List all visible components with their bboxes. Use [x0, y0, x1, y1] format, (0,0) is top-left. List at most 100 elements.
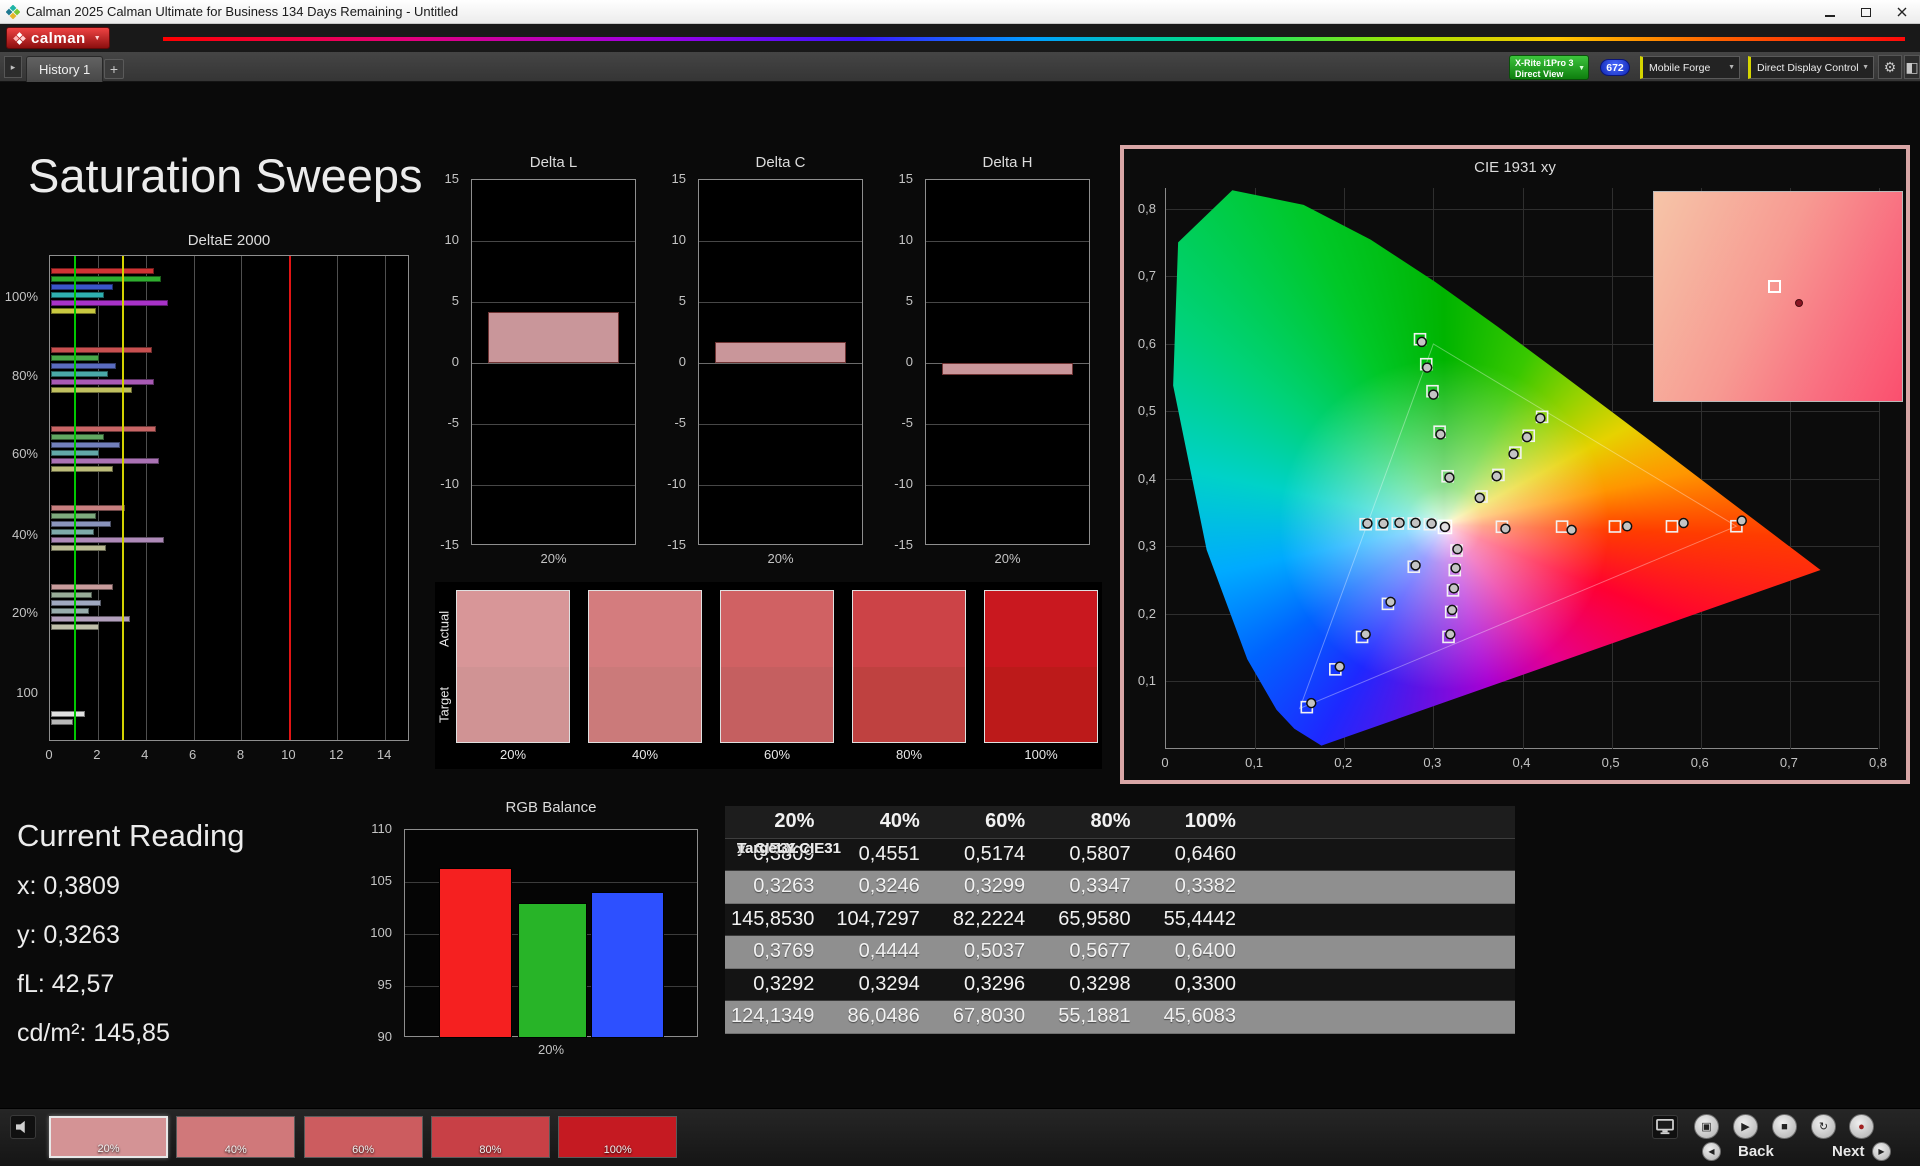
- layout-button[interactable]: ◧: [1904, 55, 1920, 79]
- deltae-bar: [51, 442, 120, 448]
- delta-gridline: [699, 485, 862, 486]
- delta-plot: [698, 179, 863, 545]
- rgb-bar-blue: [591, 892, 664, 1038]
- maximize-button[interactable]: [1848, 0, 1884, 24]
- speaker-icon: [15, 1120, 31, 1134]
- swatch-actual: [589, 591, 701, 667]
- cie-measured-point: [1492, 472, 1501, 481]
- delta-gridline: [472, 485, 635, 486]
- target-row-label: Target: [436, 667, 452, 743]
- table-cell: 0,3292: [725, 969, 830, 1001]
- calman-diamond-icon: [13, 32, 26, 45]
- cie-chart-title: CIE 1931 xy: [1124, 159, 1906, 176]
- cie-measured-point: [1449, 584, 1458, 593]
- cie-x-label: 0,5: [1602, 755, 1620, 770]
- swatch-actual: [985, 591, 1097, 667]
- actual-target-strip: Actual Target 20%40%60%80%100%: [435, 582, 1102, 769]
- tab-bar: ▸ History 1 +: [0, 52, 1920, 82]
- pattern-display-button[interactable]: [1652, 1115, 1678, 1139]
- minimize-button[interactable]: [1812, 0, 1848, 24]
- swatch-box: [720, 590, 834, 743]
- add-tab-button[interactable]: +: [104, 59, 124, 79]
- delta-y-label: -5: [658, 415, 686, 430]
- swatch-box: [852, 590, 966, 743]
- record-button[interactable]: ●: [1849, 1114, 1874, 1139]
- deltae-y-label: 100: [0, 685, 38, 700]
- deltae-bar: [51, 363, 116, 369]
- delta-y-label: -10: [658, 476, 686, 491]
- title-bar: Calman 2025 Calman Ultimate for Business…: [0, 0, 1920, 24]
- delta-y-axis: 151050-5-10-15: [658, 179, 692, 545]
- delta-plot: [925, 179, 1090, 545]
- next-step-button[interactable]: ▶: [1872, 1142, 1891, 1161]
- source-dropdown[interactable]: Mobile Forge ▼: [1640, 56, 1740, 79]
- cie-measured-point: [1567, 525, 1576, 534]
- delta-x-label: 20%: [925, 551, 1090, 566]
- collapse-arrow-button[interactable]: ▸: [4, 56, 22, 78]
- deltae-y-label: 20%: [0, 605, 38, 620]
- deltae-gridline: [337, 256, 338, 740]
- cie-measured-point: [1395, 518, 1404, 527]
- swatch-label: 40%: [588, 747, 702, 762]
- table-row: y: CIE310,32630,32460,32990,33470,3382: [725, 871, 1515, 904]
- table-cell: 0,3382: [1147, 871, 1252, 903]
- meter-name: X-Rite i1Pro 3: [1515, 58, 1576, 69]
- pattern-window-button[interactable]: ▣: [1694, 1114, 1719, 1139]
- deltae-y-axis: 100%80%60%40%20%100: [0, 255, 44, 741]
- delta-y-label: 5: [431, 293, 459, 308]
- table-cell: 0,6460: [1147, 839, 1252, 871]
- loop-button[interactable]: ↻: [1811, 1114, 1836, 1139]
- deltae-x-label: 0: [45, 747, 52, 762]
- pattern-swatch[interactable]: 100%: [558, 1116, 677, 1158]
- pattern-swatch-label: 100%: [559, 1144, 676, 1156]
- calman-menu-button[interactable]: calman ▼: [6, 27, 110, 49]
- cie-measured-point: [1522, 433, 1531, 442]
- meter-selector-button[interactable]: X-Rite i1Pro 3 Direct View ▼: [1509, 55, 1589, 80]
- deltae-bar: [51, 545, 106, 551]
- pattern-swatch[interactable]: 20%: [49, 1116, 168, 1158]
- close-button[interactable]: [1884, 0, 1920, 24]
- table-cell: 0,5037: [936, 936, 1041, 968]
- stop-button[interactable]: ■: [1772, 1114, 1797, 1139]
- meter-status-button[interactable]: [10, 1115, 36, 1139]
- pattern-swatch[interactable]: 80%: [431, 1116, 550, 1158]
- cie-1931-panel: CIE 1931 xy 0,80,70,60,50,40,30,20,1 00,…: [1120, 145, 1910, 784]
- swatch-label: 100%: [984, 747, 1098, 762]
- back-step-button[interactable]: ◀: [1702, 1142, 1721, 1161]
- meter-dropdown-icon: ▼: [1578, 65, 1585, 74]
- deltae-bar: [51, 426, 156, 432]
- calman-window: Calman 2025 Calman Ultimate for Business…: [0, 0, 1920, 1166]
- pattern-swatch[interactable]: 40%: [176, 1116, 295, 1158]
- cie-measured-point: [1427, 519, 1436, 528]
- gear-icon: ⚙: [1884, 59, 1897, 76]
- display-control-dropdown[interactable]: Direct Display Control ▼: [1748, 56, 1874, 79]
- deltae-gridline: [385, 256, 386, 740]
- tab-history-1[interactable]: History 1: [26, 56, 103, 82]
- table-cell: 0,3300: [1147, 969, 1252, 1001]
- cie-measured-point: [1623, 522, 1632, 531]
- delta-y-label: -5: [431, 415, 459, 430]
- close-icon: [1897, 7, 1907, 17]
- delta-y-label: -10: [431, 476, 459, 491]
- delta-y-label: 0: [431, 354, 459, 369]
- table-cell: 0,3299: [936, 871, 1041, 903]
- next-button[interactable]: Next: [1820, 1143, 1920, 1160]
- delta-y-label: 15: [658, 171, 686, 186]
- pattern-swatch-label: 20%: [51, 1143, 166, 1155]
- cie-measured-point: [1363, 519, 1372, 528]
- swatch-target: [721, 667, 833, 743]
- app-icon: [6, 5, 20, 19]
- settings-button[interactable]: ⚙: [1878, 55, 1902, 79]
- delta-gridline: [926, 241, 1089, 242]
- calman-menu-arrow-icon: ▼: [94, 35, 101, 42]
- delta-y-label: -15: [885, 537, 913, 552]
- delta-h-chart: Delta H 151050-5-10-15 20%: [925, 146, 1090, 576]
- deltae-bar: [51, 529, 94, 535]
- delta-y-label: 10: [885, 232, 913, 247]
- cie-measured-point: [1307, 699, 1316, 708]
- play-button[interactable]: ▶: [1733, 1114, 1758, 1139]
- delta-y-label: 10: [431, 232, 459, 247]
- pattern-swatch[interactable]: 60%: [304, 1116, 423, 1158]
- cie-y-label: 0,4: [1124, 471, 1156, 486]
- reading-fl: fL: 42,57: [17, 970, 244, 999]
